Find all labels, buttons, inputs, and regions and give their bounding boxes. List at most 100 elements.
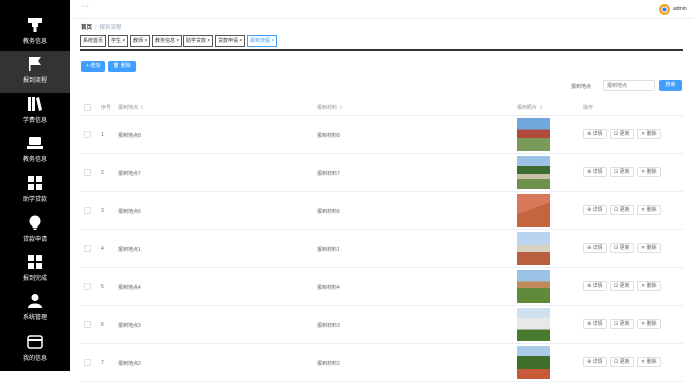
delete-row-button[interactable]: ✕ 删除 — [637, 243, 661, 253]
row-checkbox[interactable] — [84, 245, 91, 252]
table-header: 序号 报到地点 ⇕ 报到材料 ⇕ 报到照片 ⇕ 操作 — [80, 98, 683, 116]
row-checkbox[interactable] — [84, 321, 91, 328]
column-location[interactable]: 报到地点 ⇕ — [118, 104, 144, 111]
delete-row-button[interactable]: ✕ 删除 — [637, 167, 661, 177]
add-button[interactable]: + 增加 — [81, 61, 106, 72]
sort-icon[interactable]: ⇕ — [339, 105, 343, 111]
search-button[interactable]: 搜索 — [659, 80, 682, 91]
row-photo[interactable] — [517, 156, 550, 189]
detail-button[interactable]: ⊕ 详情 — [583, 205, 607, 215]
sidebar-item-student-loan[interactable]: 助学贷款 — [0, 170, 70, 212]
detail-button[interactable]: ⊕ 详情 — [583, 243, 607, 253]
detail-button[interactable]: ⊕ 详情 — [583, 319, 607, 329]
sidebar-item-my-info[interactable]: 我的信息 — [0, 329, 70, 371]
sort-icon[interactable]: ⇕ — [140, 105, 144, 111]
top-header: ··· admin — [70, 0, 693, 19]
row-checkbox[interactable] — [84, 207, 91, 214]
delete-row-button[interactable]: ✕ 删除 — [637, 129, 661, 139]
row-material: 报到材料1 — [317, 247, 340, 253]
books-icon — [28, 97, 42, 111]
sidebar-item-report-complete[interactable]: 报到完成 — [0, 249, 70, 291]
row-photo[interactable] — [517, 232, 550, 265]
edit-button[interactable]: ⊡ 更新 — [610, 243, 634, 253]
delete-row-button[interactable]: ✕ 删除 — [637, 205, 661, 215]
tag-student[interactable]: 学生 × — [108, 35, 129, 47]
row-checkbox[interactable] — [84, 359, 91, 366]
row-checkbox[interactable] — [84, 283, 91, 290]
sidebar-item-report-process[interactable]: 报到流程 — [0, 51, 70, 93]
column-material[interactable]: 报到材料 ⇕ — [317, 104, 343, 111]
row-location: 报到地点4 — [118, 285, 141, 291]
row-location: 报到地点3 — [118, 323, 141, 329]
sidebar-item-loan-application[interactable]: 贷款申请 — [0, 210, 70, 252]
row-material: 报到材料2 — [317, 361, 340, 367]
detail-button[interactable]: ⊕ 详情 — [583, 167, 607, 177]
column-label: 报到材料 — [317, 105, 338, 111]
delete-button[interactable]: 🗑 删除 — [108, 61, 136, 72]
detail-button[interactable]: ⊕ 详情 — [583, 357, 607, 367]
tag-report-process[interactable]: 报到流程 × — [247, 35, 278, 47]
delete-row-button[interactable]: ✕ 删除 — [637, 319, 661, 329]
sidebar-item-academic-info[interactable]: 教务信息 — [0, 12, 70, 54]
sidebar-item-label: 报到流程 — [22, 78, 47, 84]
row-checkbox[interactable] — [84, 169, 91, 176]
tag-home[interactable]: 系统首页 — [80, 35, 107, 47]
avatar[interactable] — [659, 4, 670, 15]
sidebar-item-label: 助学贷款 — [22, 197, 47, 203]
edit-button[interactable]: ⊡ 更新 — [610, 281, 634, 291]
tag-academic-info[interactable]: 教务信息 × — [152, 35, 183, 47]
data-table: 序号 报到地点 ⇕ 报到材料 ⇕ 报到照片 ⇕ 操作 1 报到地点8 报到材料8 ⊕ … — [80, 98, 683, 382]
bulb-icon — [29, 215, 41, 230]
table-row: 2 报到地点7 报到材料7 ⊕ 详情 ⊡ 更新 ✕ 删除 — [80, 154, 683, 192]
sidebar-item-label: 系统管理 — [22, 315, 47, 321]
row-index: 6 — [101, 322, 104, 328]
row-checkbox[interactable] — [84, 131, 91, 138]
row-photo[interactable] — [517, 308, 550, 341]
row-photo[interactable] — [517, 270, 550, 303]
breadcrumb-current: 报到流程 — [99, 25, 122, 31]
delete-row-button[interactable]: ✕ 删除 — [637, 281, 661, 291]
sidebar: 教务信息 报到流程 学费信息 教务信息 助学贷款 贷款申请 报到完成 系统管理 … — [0, 0, 70, 371]
row-location: 报到地点7 — [118, 171, 141, 177]
column-index: 序号 — [101, 105, 112, 111]
search-input[interactable] — [603, 80, 655, 91]
tag-student-loan[interactable]: 助学贷款 × — [183, 35, 214, 47]
sidebar-item-label: 教务信息 — [22, 157, 47, 163]
row-index: 7 — [101, 360, 104, 366]
tag-teacher[interactable]: 教师 × — [130, 35, 151, 47]
row-index: 3 — [101, 208, 104, 214]
edit-button[interactable]: ⊡ 更新 — [610, 357, 634, 367]
tag-loan-application[interactable]: 贷款申请 × — [215, 35, 246, 47]
sort-icon[interactable]: ⇕ — [539, 105, 543, 111]
edit-button[interactable]: ⊡ 更新 — [610, 319, 634, 329]
sidebar-item-academic-info-2[interactable]: 教务信息 — [0, 130, 70, 172]
edit-button[interactable]: ⊡ 更新 — [610, 205, 634, 215]
menu-toggle-icon[interactable]: ··· — [81, 3, 90, 10]
table-row: 6 报到地点3 报到材料3 ⊕ 详情 ⊡ 更新 ✕ 删除 — [80, 306, 683, 344]
row-material: 报到材料4 — [317, 285, 340, 291]
column-photo[interactable]: 报到照片 ⇕ — [517, 104, 543, 111]
row-photo[interactable] — [517, 118, 550, 151]
row-material: 报到材料6 — [317, 209, 340, 215]
sidebar-item-label: 贷款申请 — [22, 237, 47, 243]
edit-button[interactable]: ⊡ 更新 — [610, 167, 634, 177]
breadcrumb-home[interactable]: 首页 — [81, 25, 92, 31]
table-body: 1 报到地点8 报到材料8 ⊕ 详情 ⊡ 更新 ✕ 删除 2 报到地点7 报到材… — [80, 116, 683, 382]
card-icon — [27, 335, 43, 349]
row-material: 报到材料8 — [317, 133, 340, 139]
row-location: 报到地点8 — [118, 133, 141, 139]
select-all-checkbox[interactable] — [84, 104, 91, 111]
detail-button[interactable]: ⊕ 详情 — [583, 129, 607, 139]
table-row: 4 报到地点1 报到材料1 ⊕ 详情 ⊡ 更新 ✕ 删除 — [80, 230, 683, 268]
delete-row-button[interactable]: ✕ 删除 — [637, 357, 661, 367]
sidebar-item-system-management[interactable]: 系统管理 — [0, 288, 70, 330]
table-row: 5 报到地点4 报到材料4 ⊕ 详情 ⊡ 更新 ✕ 删除 — [80, 268, 683, 306]
grid-icon — [28, 176, 42, 190]
username[interactable]: admin — [673, 6, 687, 12]
sidebar-item-tuition[interactable]: 学费信息 — [0, 91, 70, 133]
row-photo[interactable] — [517, 346, 550, 379]
edit-button[interactable]: ⊡ 更新 — [610, 129, 634, 139]
detail-button[interactable]: ⊕ 详情 — [583, 281, 607, 291]
tags-view: 系统首页 学生 × 教师 × 教务信息 × 助学贷款 × 贷款申请 × 报到流程… — [80, 34, 683, 51]
row-photo[interactable] — [517, 194, 550, 227]
